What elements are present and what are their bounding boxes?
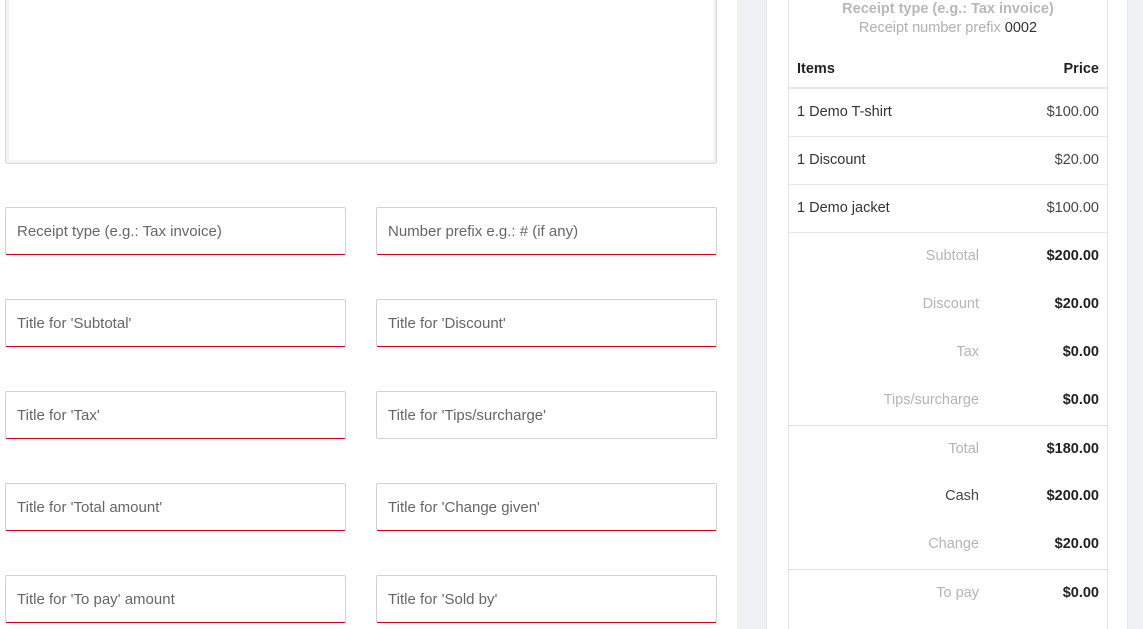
- number-prefix-field-box: [376, 207, 717, 255]
- change-title-field-box: [376, 483, 717, 531]
- to-pay-title-field[interactable]: [6, 576, 345, 622]
- change-label: Change: [928, 536, 979, 552]
- change-title-field[interactable]: [377, 484, 716, 530]
- receipt-item-price: $20.00: [1054, 152, 1099, 168]
- total-title-field-box: [5, 483, 346, 531]
- to-pay-value: $0.00: [1062, 585, 1099, 601]
- subtotal-value: $200.00: [1046, 248, 1099, 264]
- cash-value: $200.00: [1046, 488, 1099, 504]
- discount-title-field[interactable]: [377, 300, 716, 346]
- total-title-field[interactable]: [6, 484, 345, 530]
- tax-title-field-box: [5, 391, 346, 439]
- receipt-item-label: 1 Discount: [797, 152, 866, 168]
- receipt-items-header: Items Price: [789, 52, 1107, 89]
- tips-title-field-box: [376, 391, 717, 439]
- tips-title-field[interactable]: [377, 392, 716, 438]
- change-value: $20.00: [1054, 536, 1099, 552]
- receipt-item-label: 1 Demo T-shirt: [797, 104, 892, 120]
- sold-by-title-field-box: [376, 575, 717, 623]
- discount-row: Discount $20.00: [789, 281, 1107, 329]
- receipt-type-label: Receipt type (e.g.: Tax invoice): [842, 1, 1054, 17]
- total-value: $180.00: [1046, 441, 1099, 457]
- tips-row: Tips/surcharge $0.00: [789, 377, 1107, 425]
- receipt-number-prefix-label: Receipt number prefix: [858, 20, 1001, 36]
- total-row: Total $180.00: [789, 426, 1107, 474]
- total-label: Total: [948, 441, 979, 457]
- discount-label: Discount: [922, 296, 979, 312]
- receipt-item-row: 1 Demo T-shirt $100.00: [789, 89, 1107, 137]
- tax-label: Tax: [956, 344, 979, 360]
- change-row: Change $20.00: [789, 521, 1107, 569]
- subtotal-label: Subtotal: [925, 248, 979, 264]
- number-prefix-field[interactable]: [377, 208, 716, 254]
- receipt-text-area-box: [5, 0, 717, 164]
- tax-title-field[interactable]: [6, 392, 345, 438]
- to-pay-row: To pay $0.00: [789, 570, 1107, 618]
- receipt-number: 0002: [1004, 20, 1038, 36]
- receipt-item-label: 1 Demo jacket: [797, 200, 890, 216]
- receipt-item-row: 1 Demo jacket $100.00: [789, 185, 1107, 233]
- receipt-item-price: $100.00: [1046, 104, 1099, 120]
- receipt-editor-panel: [0, 0, 737, 629]
- discount-title-field-box: [376, 299, 717, 347]
- receipt-type-field[interactable]: [6, 208, 345, 254]
- tax-value: $0.00: [1062, 344, 1099, 360]
- cash-label: Cash: [945, 488, 979, 504]
- discount-value: $20.00: [1054, 296, 1099, 312]
- receipt-preview-body: Receipt type (e.g.: Tax invoice) Receipt…: [788, 0, 1108, 629]
- receipt-item-price: $100.00: [1046, 200, 1099, 216]
- subtotal-row: Subtotal $200.00: [789, 233, 1107, 281]
- subtotal-title-field[interactable]: [6, 300, 345, 346]
- sold-by-title-field[interactable]: [377, 576, 716, 622]
- receipt-item-row: 1 Discount $20.00: [789, 137, 1107, 185]
- tips-value: $0.00: [1062, 392, 1099, 408]
- receipt-settings-page: Receipt type (e.g.: Tax invoice) Receipt…: [0, 0, 1143, 629]
- price-column-header: Price: [1063, 61, 1099, 77]
- receipt-type-field-box: [5, 207, 346, 255]
- tax-row: Tax $0.00: [789, 329, 1107, 377]
- to-pay-label: To pay: [936, 585, 979, 601]
- to-pay-title-field-box: [5, 575, 346, 623]
- receipt-text-area[interactable]: [6, 0, 716, 163]
- tips-label: Tips/surcharge: [883, 392, 979, 408]
- receipt-number-prefix: Receipt number prefix 0002: [789, 19, 1107, 37]
- receipt-preview: Receipt type (e.g.: Tax invoice) Receipt…: [766, 0, 1128, 629]
- cash-row: Cash $200.00: [789, 473, 1107, 521]
- items-column-header: Items: [797, 61, 835, 77]
- subtotal-title-field-box: [5, 299, 346, 347]
